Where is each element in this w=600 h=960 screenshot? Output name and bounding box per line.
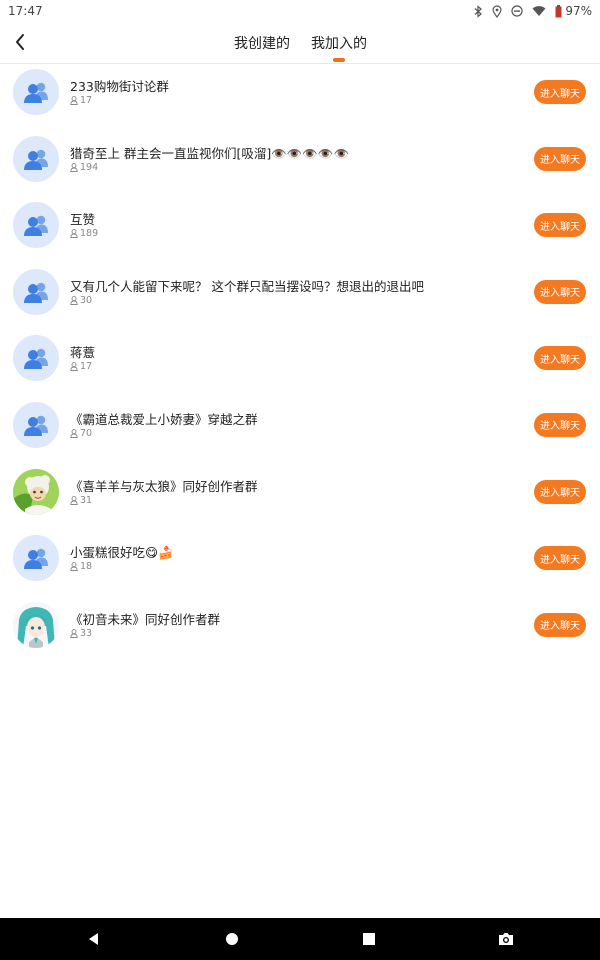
group-icon [24, 215, 48, 237]
status-time: 17:47 [8, 4, 43, 18]
group-name: 小蛋糕很好吃😋🍰 [70, 545, 174, 561]
group-row[interactable]: 互赞 189 进入聊天 [0, 197, 600, 264]
member-count-icon [70, 162, 78, 172]
enter-chat-button[interactable]: 进入聊天 [534, 412, 586, 437]
home-circle-icon[interactable] [222, 929, 242, 949]
group-list: 233购物街讨论群 17 进入聊天 猎奇至上 群主会一直监视你们[吸溜]👁️👁️👁️👁… [0, 64, 600, 663]
group-name: 蒋薏 [70, 345, 96, 361]
back-triangle-icon[interactable] [84, 929, 104, 949]
group-icon [24, 349, 48, 370]
group-row[interactable]: 猎奇至上 群主会一直监视你们[吸溜]👁️👁️👁️👁️👁️ 194 进入聊天 [0, 131, 600, 198]
group-icon [24, 149, 48, 170]
member-count-icon [70, 295, 78, 305]
location-icon [492, 4, 502, 18]
group-row[interactable]: 蒋薏 17 进入聊天 [0, 330, 600, 397]
group-name: 《初音未来》同好创作者群 [70, 611, 221, 627]
recents-square-icon[interactable] [359, 929, 379, 949]
group-member-count: 33 [70, 628, 92, 639]
group-avatar[interactable] [13, 69, 59, 115]
status-icons: 97% [473, 4, 592, 18]
group-name: 互赞 [70, 212, 96, 228]
group-icon [24, 415, 48, 436]
member-count-icon [70, 562, 78, 572]
miku-avatar-image [13, 601, 59, 648]
group-icon [24, 282, 48, 303]
group-row[interactable]: 《霸道总裁爱上小娇妻》穿越之群 70 进入聊天 [0, 397, 600, 464]
header: 我创建的 我加入的 [0, 22, 600, 64]
group-name: 《霸道总裁爱上小娇妻》穿越之群 [70, 411, 258, 427]
member-count-value: 18 [80, 561, 93, 573]
enter-chat-button[interactable]: 进入聊天 [534, 146, 586, 171]
group-member-count: 17 [70, 361, 92, 372]
group-row[interactable]: 小蛋糕很好吃😋🍰 18 进入聊天 [0, 530, 600, 597]
battery-icon [555, 4, 562, 17]
group-avatar[interactable] [13, 135, 59, 182]
enter-chat-button[interactable]: 进入聊天 [534, 346, 586, 371]
group-avatar[interactable] [13, 401, 59, 448]
member-count-icon [70, 96, 78, 105]
group-row[interactable]: 《初音未来》同好创作者群 33 进入聊天 [0, 597, 600, 664]
group-member-count: 30 [70, 295, 92, 306]
tab-joined[interactable]: 我加入的 [311, 33, 367, 53]
group-member-count: 18 [70, 561, 92, 572]
status-bar: 17:47 97% [0, 0, 600, 22]
group-row[interactable]: 《喜羊羊与灰太狼》同好创作者群 31 进入聊天 [0, 464, 600, 531]
enter-chat-button[interactable]: 进入聊天 [534, 213, 586, 238]
wifi-icon [532, 6, 546, 16]
enter-chat-button[interactable]: 进入聊天 [534, 546, 586, 571]
bluetooth-icon [474, 4, 483, 18]
group-name: 又有几个人能留下来呢？ 这个群只配当摆设吗？想退出的退出吧 [70, 278, 424, 294]
member-count-value: 189 [80, 228, 99, 240]
group-avatar[interactable] [13, 535, 59, 582]
camera-icon[interactable] [496, 929, 516, 949]
group-row[interactable]: 又有几个人能留下来呢？ 这个群只配当摆设吗？想退出的退出吧 30 进入聊天 [0, 264, 600, 331]
member-count-icon [70, 362, 78, 372]
group-avatar[interactable] [13, 202, 59, 249]
member-count-value: 30 [80, 294, 93, 306]
active-tab-indicator [333, 58, 345, 62]
battery-level: 97% [565, 4, 592, 18]
enter-chat-button[interactable]: 进入聊天 [534, 80, 586, 104]
enter-chat-button[interactable]: 进入聊天 [534, 279, 586, 304]
member-count-value: 33 [80, 627, 93, 639]
sheep-avatar-image [13, 468, 59, 515]
group-name: 233购物街讨论群 [70, 79, 169, 94]
member-count-icon [70, 429, 78, 438]
member-count-value: 17 [80, 361, 93, 373]
member-count-value: 31 [80, 494, 93, 506]
group-avatar[interactable] [13, 335, 59, 382]
enter-chat-button[interactable]: 进入聊天 [534, 479, 586, 504]
system-nav-bar [0, 918, 600, 960]
group-member-count: 17 [70, 95, 92, 106]
do-not-disturb-icon [511, 5, 523, 17]
member-count-icon [70, 495, 78, 505]
tab-created[interactable]: 我创建的 [234, 33, 290, 53]
member-count-value: 17 [80, 95, 93, 106]
member-count-value: 194 [80, 161, 99, 173]
group-member-count: 31 [70, 495, 92, 506]
group-member-count: 194 [70, 162, 98, 173]
member-count-value: 70 [80, 427, 93, 439]
group-avatar[interactable] [13, 601, 59, 648]
group-row[interactable]: 233购物街讨论群 17 进入聊天 [0, 64, 600, 131]
group-icon [24, 82, 48, 103]
member-count-icon [70, 628, 78, 638]
group-name: 猎奇至上 群主会一直监视你们[吸溜]👁️👁️👁️👁️👁️ [70, 145, 350, 161]
group-member-count: 70 [70, 428, 92, 439]
group-avatar[interactable] [13, 268, 59, 315]
group-member-count: 189 [70, 228, 98, 239]
group-icon [24, 548, 48, 570]
member-count-icon [70, 229, 78, 239]
enter-chat-button[interactable]: 进入聊天 [534, 612, 586, 637]
group-avatar[interactable] [13, 468, 59, 515]
back-arrow-icon[interactable] [10, 31, 32, 53]
group-name: 《喜羊羊与灰太狼》同好创作者群 [70, 478, 258, 494]
